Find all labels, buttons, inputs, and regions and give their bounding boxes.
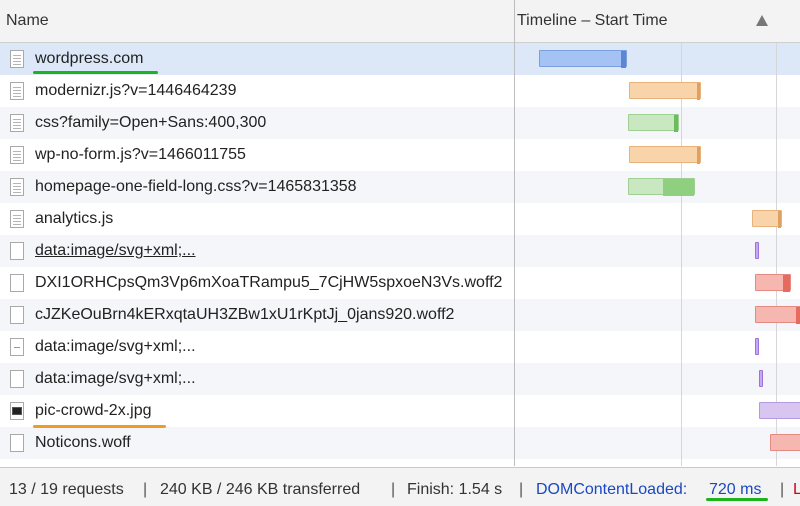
timeline-waterfall bbox=[515, 43, 800, 466]
separator: | bbox=[519, 481, 524, 498]
image-file-icon bbox=[10, 402, 24, 420]
timeline-column-header[interactable]: Timeline – Start Time bbox=[517, 12, 668, 30]
blank-file-icon bbox=[10, 306, 24, 324]
request-count: 13 / 19 requests bbox=[9, 481, 124, 498]
timing-bar[interactable] bbox=[539, 50, 627, 68]
request-name[interactable]: pic-crowd-2x.jpg bbox=[35, 402, 151, 420]
status-bar: 13 / 19 requests | 240 KB / 246 KB trans… bbox=[0, 467, 800, 506]
dcl-marker-line bbox=[681, 43, 682, 466]
transferred-size: 240 KB / 246 KB transferred bbox=[160, 481, 361, 498]
timing-bar[interactable] bbox=[752, 210, 782, 228]
timing-bar[interactable] bbox=[755, 338, 759, 355]
blank-file-icon bbox=[10, 242, 24, 260]
timing-bar[interactable] bbox=[755, 274, 791, 292]
svg-file-icon bbox=[10, 338, 24, 356]
request-name[interactable]: analytics.js bbox=[35, 210, 113, 228]
timing-bar[interactable] bbox=[759, 370, 763, 387]
timing-bar[interactable] bbox=[770, 434, 800, 451]
request-name[interactable]: wp-no-form.js?v=1466011755 bbox=[35, 146, 246, 164]
column-header: Name Timeline – Start Time bbox=[0, 0, 800, 43]
finish-time: Finish: 1.54 s bbox=[407, 481, 503, 498]
timing-bar[interactable] bbox=[629, 82, 701, 100]
document-icon bbox=[10, 82, 24, 100]
request-name[interactable]: wordpress.com bbox=[35, 50, 143, 68]
document-icon bbox=[10, 178, 24, 196]
name-column-header[interactable]: Name bbox=[6, 12, 49, 30]
separator: | bbox=[143, 481, 148, 498]
document-icon bbox=[10, 210, 24, 228]
request-name[interactable]: homepage-one-field-long.css?v=1465831358 bbox=[35, 178, 357, 196]
blank-file-icon bbox=[10, 434, 24, 452]
network-panel: Name Timeline – Start Time wordpress.com… bbox=[0, 0, 800, 506]
document-icon bbox=[10, 50, 24, 68]
document-icon bbox=[10, 114, 24, 132]
column-divider[interactable] bbox=[514, 0, 515, 466]
separator: | bbox=[391, 481, 396, 498]
dcl-label: DOMContentLoaded: bbox=[536, 481, 688, 498]
request-name[interactable]: Noticons.woff bbox=[35, 434, 131, 452]
timing-bar[interactable] bbox=[755, 242, 759, 259]
blank-file-icon bbox=[10, 274, 24, 292]
load-label: L bbox=[793, 481, 800, 498]
document-icon bbox=[10, 146, 24, 164]
green-underline-annotation bbox=[706, 498, 768, 501]
request-name[interactable]: DXI1ORHCpsQm3Vp6mXoaTRampu5_7CjHW5spxoeN… bbox=[35, 274, 502, 292]
request-name[interactable]: data:image/svg+xml;... bbox=[35, 338, 196, 356]
request-name[interactable]: data:image/svg+xml;... bbox=[35, 242, 196, 260]
request-name[interactable]: modernizr.js?v=1446464239 bbox=[35, 82, 236, 100]
timing-bar[interactable] bbox=[629, 146, 701, 164]
timing-bar[interactable] bbox=[628, 178, 695, 196]
request-name[interactable]: data:image/svg+xml;... bbox=[35, 370, 196, 388]
triangle-up-icon[interactable] bbox=[756, 15, 768, 26]
separator: | bbox=[780, 481, 785, 498]
timing-bar[interactable] bbox=[755, 306, 800, 324]
blank-file-icon bbox=[10, 370, 24, 388]
request-name[interactable]: cJZKeOuBrn4kERxqtaUH3ZBw1xU1rKptJj_0jans… bbox=[35, 306, 454, 324]
orange-underline-annotation bbox=[33, 425, 166, 428]
dcl-value: 720 ms bbox=[709, 481, 762, 498]
timing-bar[interactable] bbox=[759, 402, 800, 419]
green-underline-annotation bbox=[33, 71, 158, 74]
timing-bar[interactable] bbox=[628, 114, 679, 132]
request-name[interactable]: css?family=Open+Sans:400,300 bbox=[35, 114, 266, 132]
